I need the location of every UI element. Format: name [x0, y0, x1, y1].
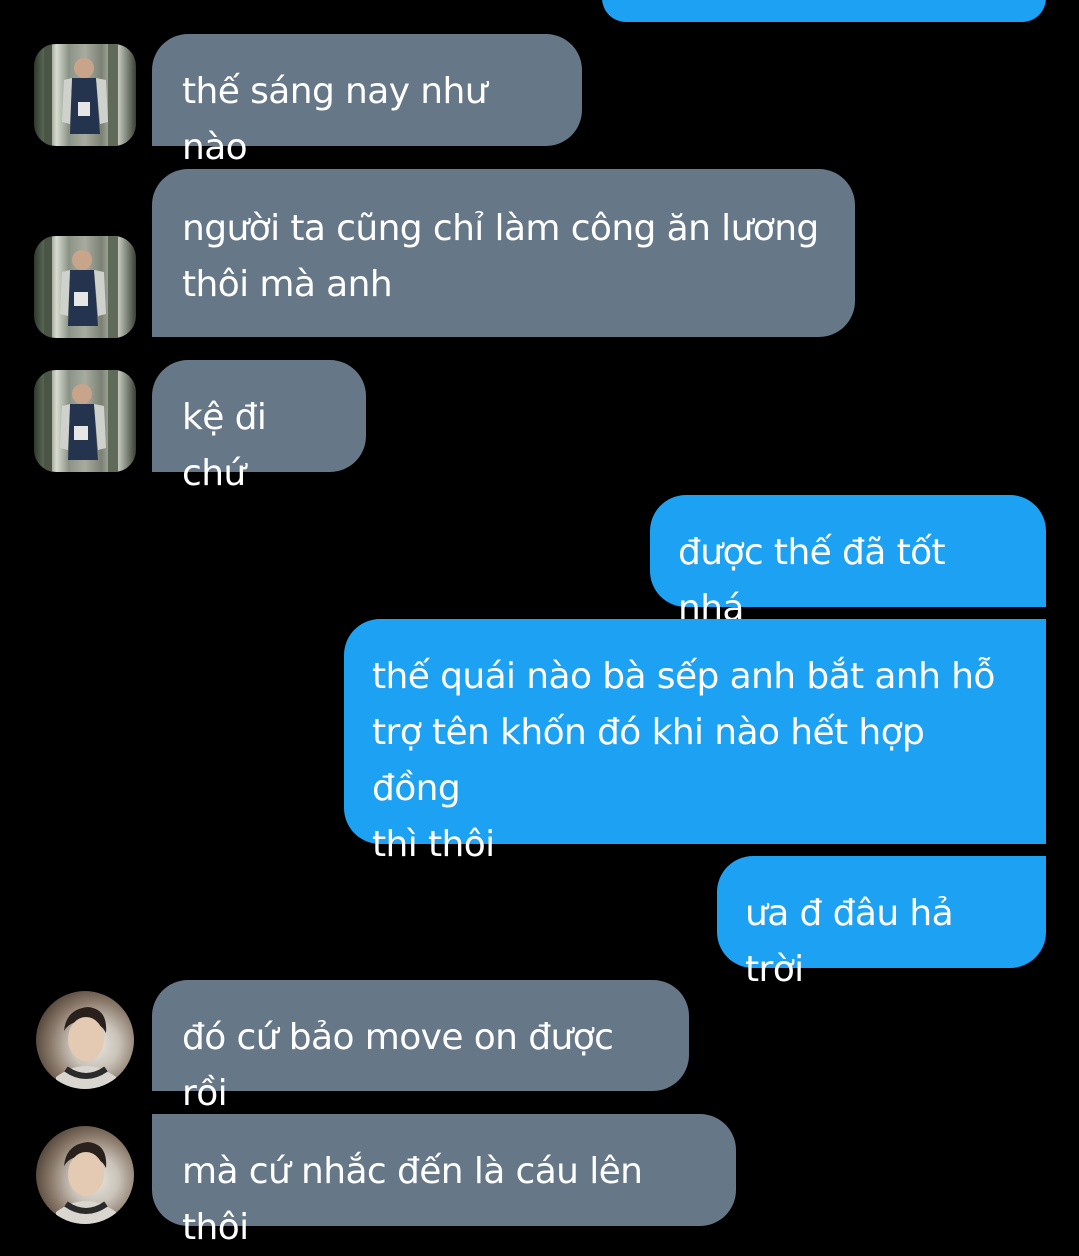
- profile-photo-icon: [56, 1007, 116, 1089]
- profile-photo-icon: [44, 44, 118, 146]
- profile-photo-icon: [56, 1142, 116, 1224]
- contact-avatar[interactable]: [34, 370, 136, 472]
- incoming-message-bubble[interactable]: thế sáng nay như nào: [152, 34, 582, 168]
- contact-avatar[interactable]: [34, 236, 136, 338]
- outgoing-message-bubble[interactable]: thế quái nào bà sếp anh bắt anh hỗ trợ t…: [344, 619, 1046, 865]
- outgoing-message-bubble[interactable]: được thế đã tốt nhá: [650, 495, 1046, 629]
- contact-avatar[interactable]: [34, 44, 136, 146]
- profile-photo-icon: [44, 236, 118, 338]
- incoming-message-bubble[interactable]: người ta cũng chỉ làm công ăn lương thôi…: [152, 169, 855, 337]
- outgoing-message-bubble[interactable]: [602, 0, 1046, 22]
- incoming-message-bubble[interactable]: mà cứ nhắc đến là cáu lên thôi: [152, 1114, 736, 1248]
- contact-avatar[interactable]: [36, 991, 134, 1089]
- contact-avatar[interactable]: [36, 1126, 134, 1224]
- incoming-message-bubble[interactable]: đó cứ bảo move on được rồi: [152, 980, 689, 1114]
- incoming-message-bubble[interactable]: kệ đi chứ: [152, 360, 366, 494]
- profile-photo-icon: [44, 370, 118, 472]
- outgoing-message-bubble[interactable]: ưa đ đâu hả trời: [717, 856, 1046, 990]
